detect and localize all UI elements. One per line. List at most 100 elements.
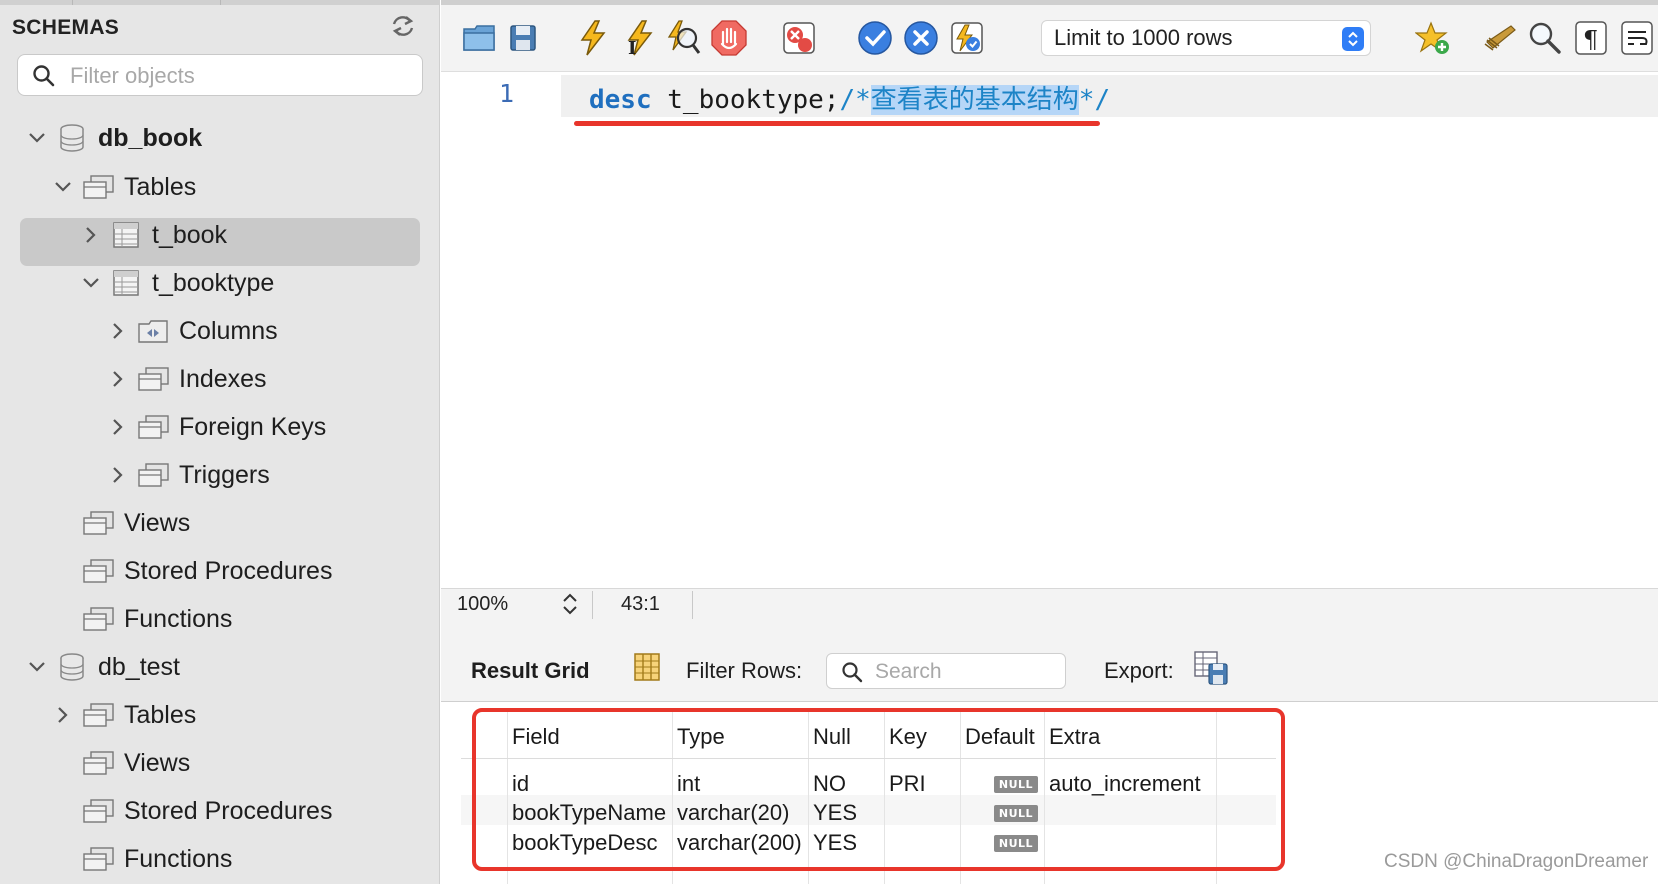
procedures-folder-icon: [82, 797, 114, 825]
chevron-down-icon[interactable]: [26, 127, 48, 149]
refresh-icon[interactable]: [390, 14, 416, 38]
export-label: Export:: [1104, 658, 1174, 683]
procedures-folder-icon: [82, 557, 114, 585]
find-icon[interactable]: [1525, 18, 1565, 58]
tree-item-label: Functions: [124, 844, 233, 873]
zoom-level: 100%: [457, 593, 509, 615]
add-snippet-icon[interactable]: [1413, 18, 1453, 58]
result-toolbar: Result Grid Filter Rows: Export:: [441, 620, 1658, 702]
tree-item-label: Views: [124, 508, 191, 537]
code-line[interactable]: desc t_booktype;/*查看表的基本结构*/: [589, 79, 1110, 116]
sql-comment-selected-text: 查看表的基本结构: [870, 85, 1079, 115]
tree-item-label: Views: [124, 748, 191, 777]
line-number-gutter: 1: [441, 73, 561, 588]
tree-item-label: Stored Procedures: [124, 796, 333, 825]
tree-item-db-test[interactable]: db_test: [26, 645, 180, 689]
tree-item-label: Tables: [124, 700, 197, 729]
annotation-underline: [574, 121, 1100, 126]
invisible-chars-icon[interactable]: ¶: [1571, 18, 1611, 58]
cursor-position: 43:1: [621, 593, 660, 615]
explain-icon[interactable]: [663, 18, 703, 58]
tree-item-db-test-functions[interactable]: Functions: [52, 837, 232, 881]
line-number: 1: [499, 79, 515, 108]
stop-on-error-icon[interactable]: [779, 18, 819, 58]
row-limit-select[interactable]: Limit to 1000 rows: [1041, 20, 1371, 56]
open-file-icon[interactable]: [459, 18, 499, 58]
tree-item-label: Indexes: [179, 364, 267, 393]
tree-item-db-book-tables[interactable]: Tables: [52, 165, 196, 209]
sql-comment-close: */: [1078, 85, 1111, 115]
tree-item-label: Tables: [124, 172, 197, 201]
tree-item-label: Functions: [124, 604, 233, 633]
search-icon: [33, 65, 55, 87]
chevron-right-icon[interactable]: [107, 464, 129, 486]
sql-comment-open: /*: [839, 85, 871, 115]
wrap-lines-icon[interactable]: [1617, 18, 1657, 58]
execute-current-icon[interactable]: I: [619, 18, 659, 58]
chevron-right-icon[interactable]: [80, 224, 102, 246]
tree-item-db-test-procedures[interactable]: Stored Procedures: [52, 789, 332, 833]
schema-filter-field[interactable]: [17, 54, 423, 96]
tree-item-label: db_test: [98, 652, 181, 681]
chevron-right-icon[interactable]: [107, 320, 129, 342]
indexes-folder-icon: [137, 365, 169, 393]
functions-folder-icon: [82, 605, 114, 633]
tree-item-columns[interactable]: Columns: [107, 309, 278, 353]
status-divider: [592, 591, 593, 619]
tree-item-label: Columns: [179, 316, 278, 345]
tree-item-label: Triggers: [179, 460, 270, 489]
chevron-right-icon[interactable]: [107, 368, 129, 390]
svg-text:¶: ¶: [1583, 26, 1598, 54]
tree-item-triggers[interactable]: Triggers: [107, 453, 270, 497]
result-search-field[interactable]: [826, 653, 1066, 689]
tree-item-db-test-tables[interactable]: Tables: [52, 693, 196, 737]
sql-keyword: desc: [589, 85, 652, 115]
tree-item-label: t_book: [152, 220, 228, 249]
tree-item-db-book[interactable]: db_book: [26, 116, 202, 160]
tree-item-label: db_book: [98, 123, 203, 152]
tree-item-db-book-procedures[interactable]: Stored Procedures: [52, 549, 332, 593]
columns-folder-icon: [137, 317, 169, 345]
svg-text:I: I: [628, 38, 636, 56]
chevron-right-icon[interactable]: [52, 704, 74, 726]
commit-icon[interactable]: [855, 18, 895, 58]
schemas-sidebar: SCHEMAS db_book Tables t_book t_book: [0, 0, 440, 884]
triggers-folder-icon: [137, 461, 169, 489]
result-grid-tab[interactable]: Result Grid: [471, 658, 590, 684]
database-icon: [56, 653, 88, 681]
tree-item-t-booktype[interactable]: t_booktype: [80, 261, 274, 305]
chevron-down-icon[interactable]: [26, 656, 48, 678]
autocommit-icon[interactable]: [947, 18, 987, 58]
functions-folder-icon: [82, 845, 114, 873]
chevron-right-icon[interactable]: [107, 416, 129, 438]
zoom-stepper-icon[interactable]: [559, 591, 581, 617]
tree-item-foreign-keys[interactable]: Foreign Keys: [107, 405, 326, 449]
stop-icon[interactable]: [709, 18, 749, 58]
sql-identifier: t_booktype;: [651, 85, 840, 115]
beautify-icon[interactable]: [1481, 18, 1521, 58]
row-limit-value: Limit to 1000 rows: [1054, 25, 1233, 50]
save-icon[interactable]: [503, 18, 543, 58]
tree-item-db-test-views[interactable]: Views: [52, 741, 190, 785]
tree-item-label: t_booktype: [152, 268, 275, 297]
sql-editor-toolbar: I Limit to 1000 rows ¶: [441, 0, 1658, 72]
schemas-title: SCHEMAS: [12, 16, 120, 39]
status-divider: [692, 591, 693, 619]
schema-filter-input[interactable]: [70, 61, 410, 91]
editor-status-bar: 100% 43:1: [441, 588, 1658, 620]
result-search-input[interactable]: [875, 658, 1055, 686]
rollback-icon[interactable]: [901, 18, 941, 58]
chevron-down-icon[interactable]: [52, 176, 74, 198]
tree-item-indexes[interactable]: Indexes: [107, 357, 267, 401]
tree-item-db-book-functions[interactable]: Functions: [52, 597, 232, 641]
annotation-box: [472, 708, 1285, 871]
tree-item-t-book[interactable]: t_book: [80, 213, 227, 257]
export-icon[interactable]: [1193, 650, 1229, 692]
chevron-down-icon[interactable]: [80, 272, 102, 294]
execute-icon[interactable]: [573, 18, 613, 58]
result-grid-icon[interactable]: [633, 652, 661, 688]
tree-item-db-book-views[interactable]: Views: [52, 501, 190, 545]
watermark: CSDN @ChinaDragonDreamer: [1384, 851, 1649, 872]
search-icon: [842, 662, 863, 683]
sql-editor[interactable]: 1 desc t_booktype;/*查看表的基本结构*/: [441, 73, 1658, 588]
